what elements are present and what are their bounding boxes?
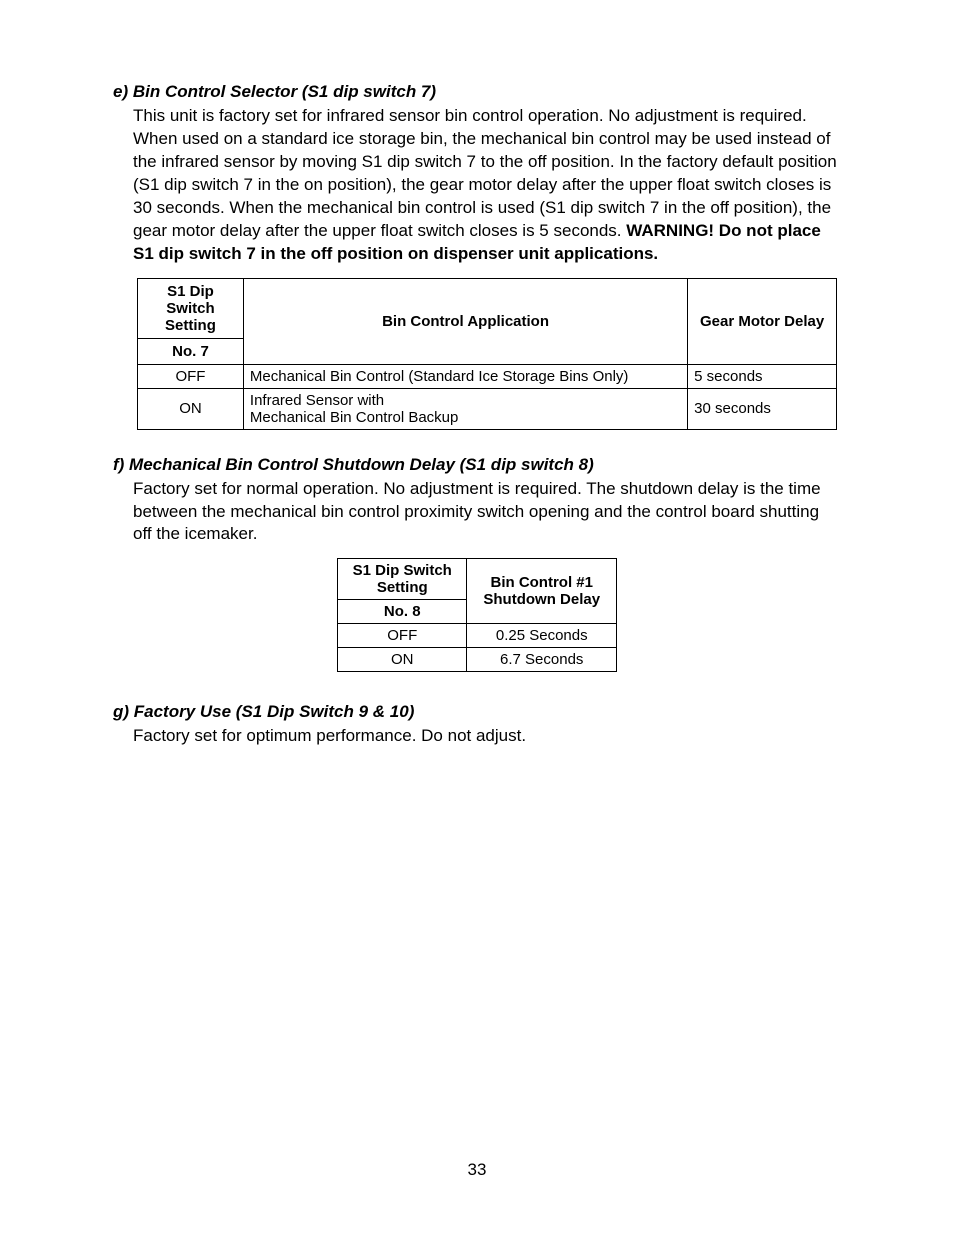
section-g: g) Factory Use (S1 Dip Switch 9 & 10) Fa…	[113, 702, 841, 748]
table-header-row: S1 Dip Switch Setting Bin Control #1 Shu…	[338, 559, 617, 600]
table2-header-col1: S1 Dip Switch Setting	[338, 559, 467, 600]
table-header-row: S1 Dip Switch Setting Bin Control Applic…	[138, 278, 837, 338]
page-number: 33	[0, 1160, 954, 1180]
table-bin-control-selector: S1 Dip Switch Setting Bin Control Applic…	[137, 278, 837, 430]
table-shutdown-delay: S1 Dip Switch Setting Bin Control #1 Shu…	[337, 558, 617, 672]
table1-r2-c1: ON	[138, 388, 244, 429]
section-g-body: Factory set for optimum performance. Do …	[133, 725, 841, 748]
table-row: ON 6.7 Seconds	[338, 648, 617, 672]
table1-r2-c2: Infrared Sensor with Mechanical Bin Cont…	[243, 388, 687, 429]
table1-r1-c2: Mechanical Bin Control (Standard Ice Sto…	[243, 364, 687, 388]
section-f-heading: f) Mechanical Bin Control Shutdown Delay…	[113, 455, 841, 475]
table2-header-col2: Bin Control #1 Shutdown Delay	[467, 559, 617, 624]
table1-r1-c1: OFF	[138, 364, 244, 388]
table2-header-col2-l2: Shutdown Delay	[483, 591, 600, 608]
table1-r2-c3: 30 seconds	[688, 388, 837, 429]
table2-header-col2-l1: Bin Control #1	[490, 574, 593, 591]
table1-header-col3: Gear Motor Delay	[688, 278, 837, 364]
table1-r1-c3: 5 seconds	[688, 364, 837, 388]
section-f-body: Factory set for normal operation. No adj…	[133, 478, 841, 547]
table-row: ON Infrared Sensor with Mechanical Bin C…	[138, 388, 837, 429]
section-g-heading: g) Factory Use (S1 Dip Switch 9 & 10)	[113, 702, 841, 722]
table2-header-col1-l2: Setting	[377, 579, 428, 596]
table-row: OFF 0.25 Seconds	[338, 624, 617, 648]
table2-subheader-col1: No. 8	[338, 600, 467, 624]
section-e-heading: e) Bin Control Selector (S1 dip switch 7…	[113, 82, 841, 102]
table-row: OFF Mechanical Bin Control (Standard Ice…	[138, 364, 837, 388]
table1-header-col1-l1: S1 Dip Switch	[166, 283, 214, 317]
table1-header-col1-l2: Setting	[165, 317, 216, 334]
table1-header-col1: S1 Dip Switch Setting	[138, 278, 244, 338]
table1-header-col2: Bin Control Application	[243, 278, 687, 364]
section-e-body-text: This unit is factory set for infrared se…	[133, 106, 837, 240]
table2-r2-c1: ON	[338, 648, 467, 672]
table2-r1-c1: OFF	[338, 624, 467, 648]
section-e-body: This unit is factory set for infrared se…	[133, 105, 841, 266]
table2-r1-c2: 0.25 Seconds	[467, 624, 617, 648]
section-f: f) Mechanical Bin Control Shutdown Delay…	[113, 455, 841, 673]
table1-subheader-col1: No. 7	[138, 338, 244, 364]
section-e: e) Bin Control Selector (S1 dip switch 7…	[113, 82, 841, 430]
table2-header-col1-l1: S1 Dip Switch	[353, 562, 452, 579]
table1-r2-c2-l1: Infrared Sensor with	[250, 392, 384, 409]
table1-r2-c2-l2: Mechanical Bin Control Backup	[250, 409, 458, 426]
table2-r2-c2: 6.7 Seconds	[467, 648, 617, 672]
